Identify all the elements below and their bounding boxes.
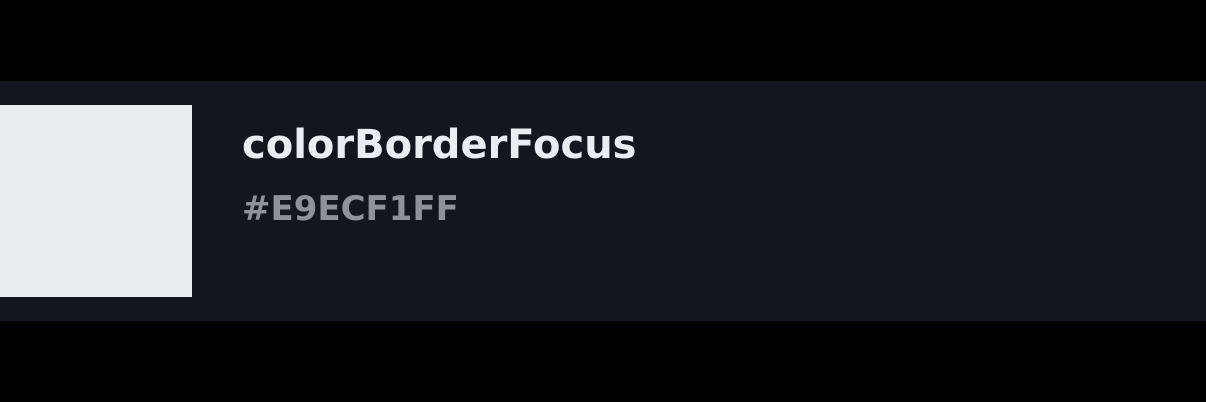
color-token-row: colorBorderFocus #E9ECF1FF bbox=[0, 81, 1206, 321]
token-name: colorBorderFocus bbox=[242, 122, 637, 168]
token-hex-value: #E9ECF1FF bbox=[242, 189, 459, 229]
color-swatch bbox=[0, 105, 192, 297]
